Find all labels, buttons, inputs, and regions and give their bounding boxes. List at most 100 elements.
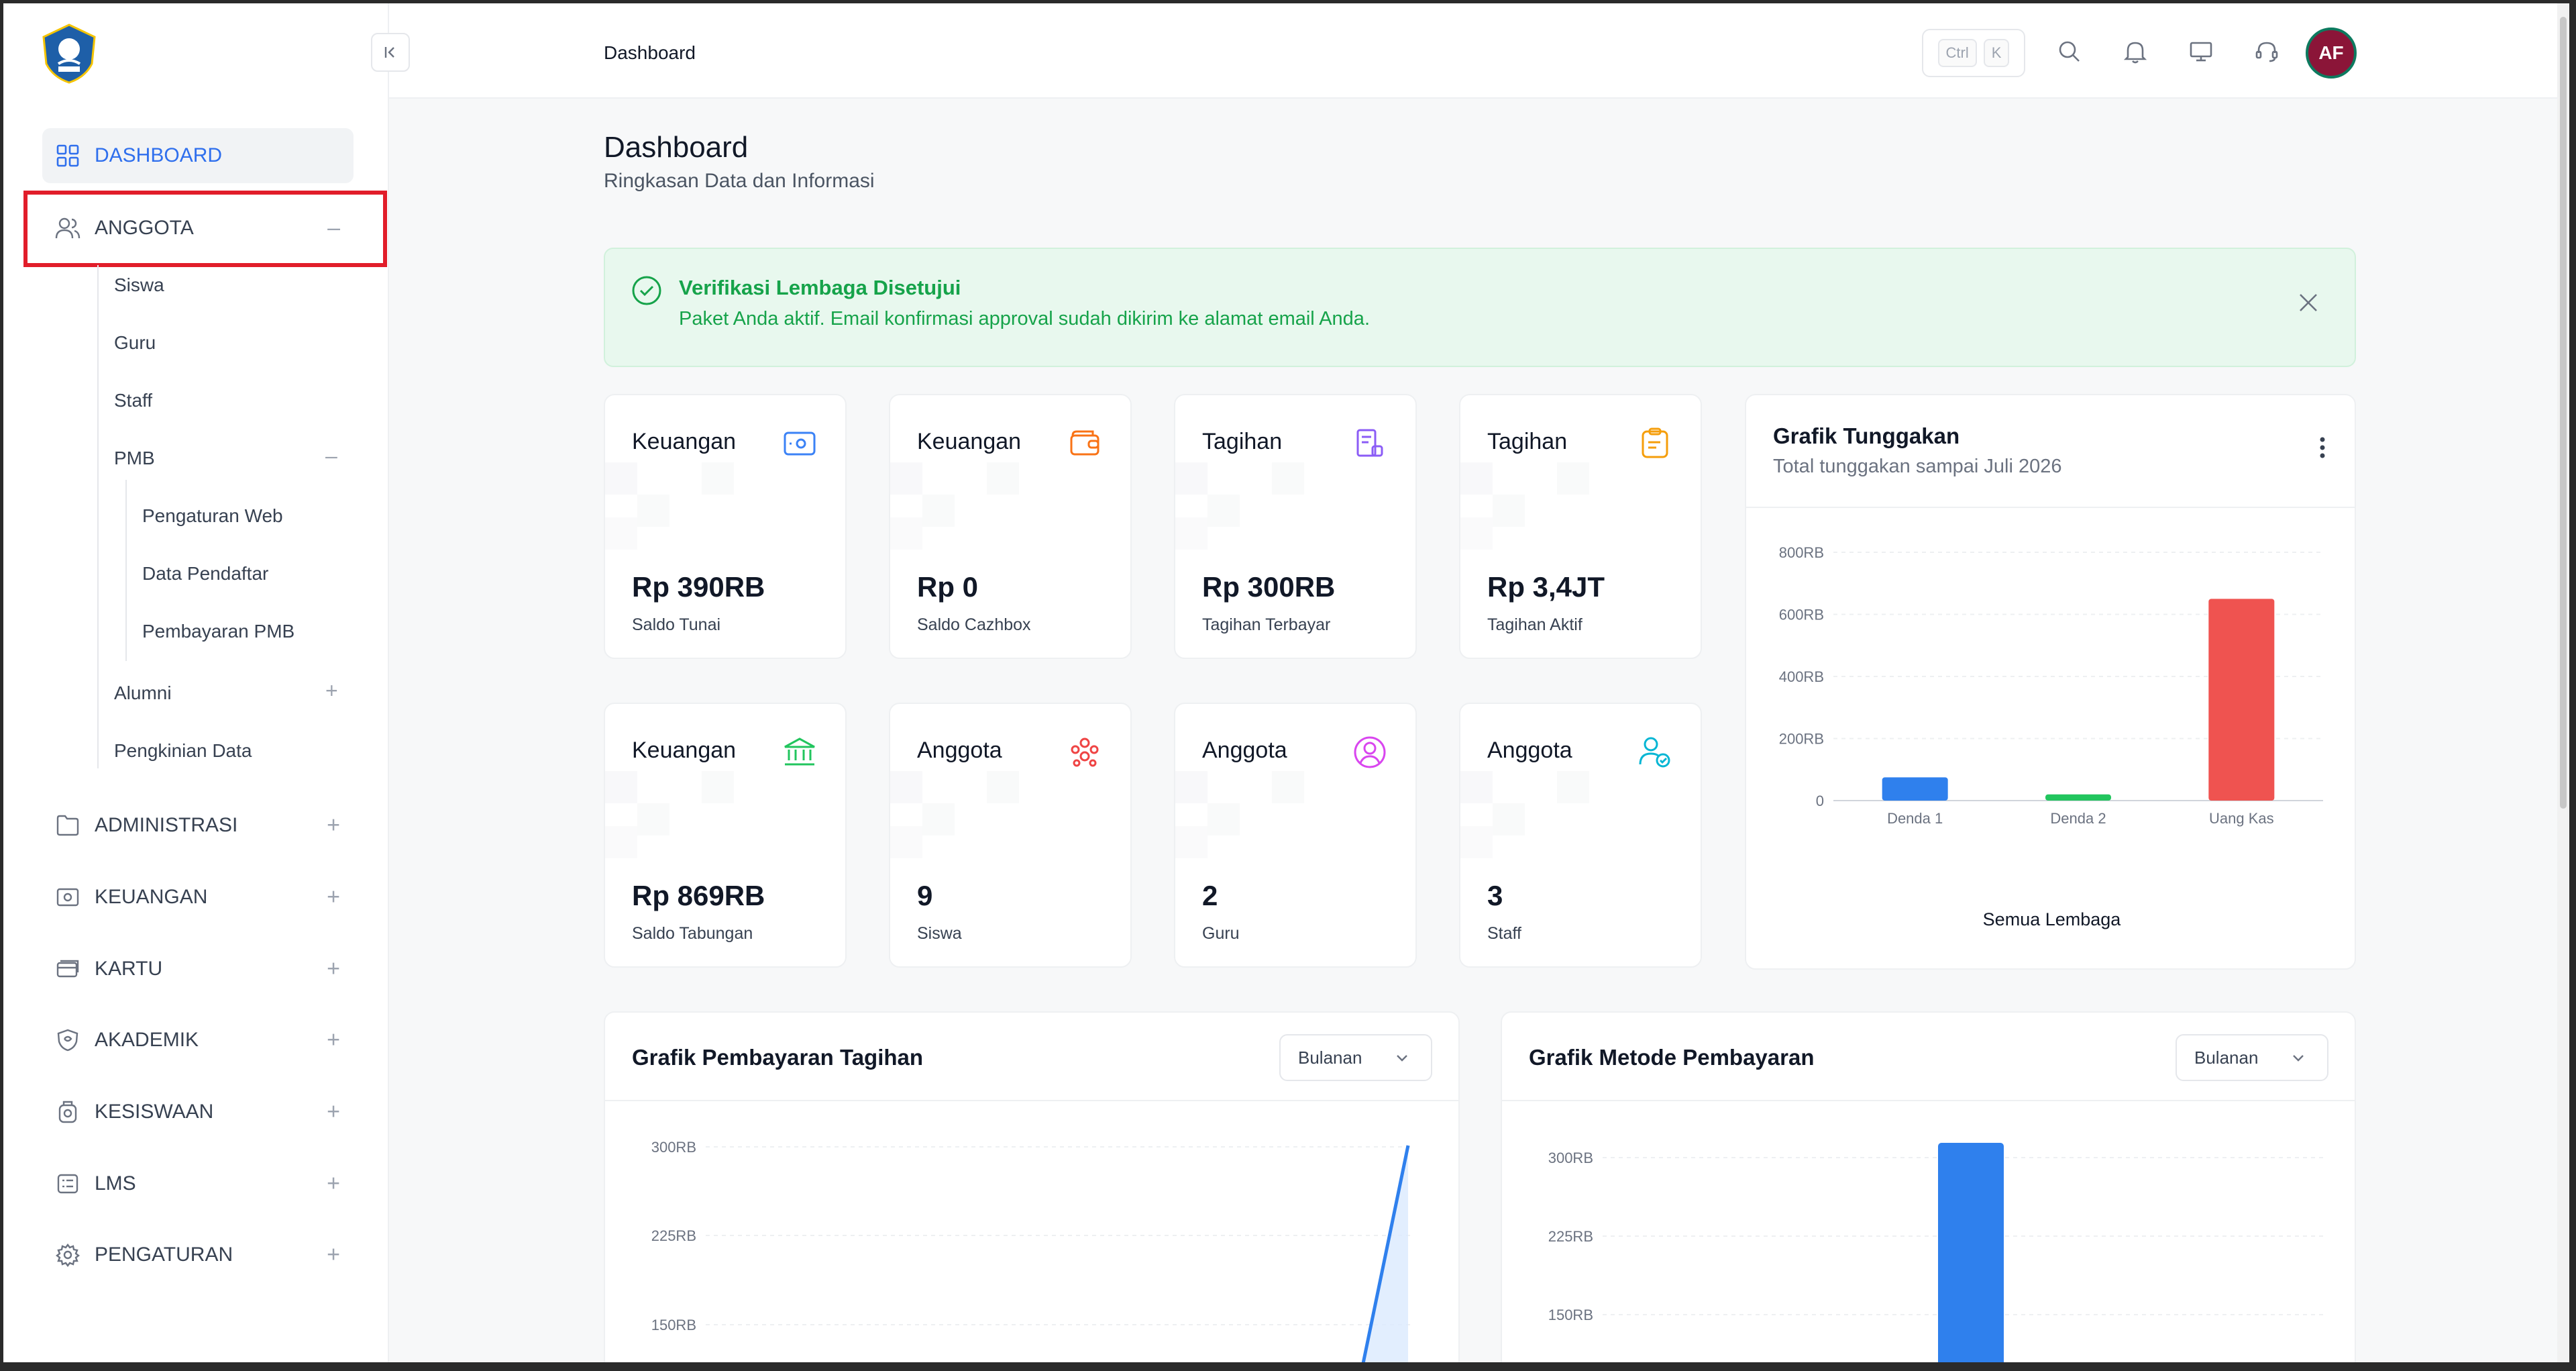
y-tick-label: 225RB <box>1548 1228 1593 1245</box>
more-vertical-icon[interactable] <box>2318 436 2326 463</box>
pmb-guide-line <box>125 480 127 661</box>
metode-chart-panel: Grafik Metode Pembayaran Bulanan 150RB 22… <box>1501 1011 2356 1362</box>
bar[interactable] <box>2045 794 2111 801</box>
expand-plus-icon[interactable]: + <box>327 884 340 911</box>
stat-card[interactable]: Keuangan Rp 869RB Saldo Tabungan <box>604 703 847 968</box>
expand-plus-icon[interactable]: + <box>327 813 340 839</box>
sidebar-subitem-staff[interactable]: Staff <box>114 390 152 411</box>
selection-highlight <box>23 191 387 267</box>
user-circle-icon <box>1354 736 1386 768</box>
metode-bar-chart: 150RB 225RB 300RB <box>1548 1143 2327 1362</box>
card-value: Rp 3,4JT <box>1487 571 1605 603</box>
scrollbar-thumb[interactable] <box>2560 17 2567 809</box>
expand-plus-icon[interactable]: + <box>327 1099 340 1125</box>
stat-card[interactable]: Keuangan Rp 390RB Saldo Tunai <box>604 394 847 659</box>
period-select[interactable]: Bulanan <box>2176 1034 2328 1081</box>
sidebar-subitem-siswa[interactable]: Siswa <box>114 274 164 296</box>
bar[interactable] <box>1938 1143 2004 1362</box>
command-search-shortcut[interactable]: Ctrl K <box>1922 29 2025 77</box>
sidebar-subitem-pengkinian-data[interactable]: Pengkinian Data <box>114 740 252 762</box>
bar[interactable] <box>2208 599 2275 801</box>
period-select[interactable]: Bulanan <box>1279 1034 1432 1081</box>
page-title: Dashboard <box>604 131 749 164</box>
sidebar-item-administrasi[interactable]: ADMINISTRASI + <box>42 798 354 853</box>
panel-divider <box>1502 1100 2355 1101</box>
card-label: Saldo Tabungan <box>632 924 753 943</box>
card-category: Tagihan <box>1202 429 1283 454</box>
group-icon <box>1071 738 1099 767</box>
user-check-icon <box>1639 737 1670 768</box>
card-grid-pattern <box>1460 771 1589 858</box>
alert-title: Verifikasi Lembaga Disetujui <box>679 276 961 299</box>
sidebar-subitem-data-pendaftar[interactable]: Data Pendaftar <box>142 563 268 585</box>
page-scrollbar[interactable] <box>2557 3 2569 1362</box>
bar[interactable] <box>1882 777 1948 801</box>
sidebar-item-akademik[interactable]: AKADEMIK + <box>42 1013 354 1068</box>
sidebar-item-pengaturan[interactable]: PENGATURAN + <box>42 1227 354 1282</box>
sidebar-item-label: ADMINISTRASI <box>95 814 238 836</box>
card-value: Rp 300RB <box>1202 571 1336 603</box>
stat-card[interactable]: Tagihan Rp 300RB Tagihan Terbayar <box>1174 394 1417 659</box>
sidebar-item-kesiswaan[interactable]: KESISWAAN + <box>42 1084 354 1139</box>
expand-plus-icon[interactable]: + <box>327 956 340 982</box>
y-tick-label: 300RB <box>651 1139 696 1156</box>
stat-card[interactable]: Anggota 9 Siswa <box>889 703 1132 968</box>
ctrl-key: Ctrl <box>1937 39 1977 67</box>
cash-icon <box>54 884 81 911</box>
panel-title: Grafik Pembayaran Tagihan <box>632 1045 924 1070</box>
sidebar: DASHBOARD ANGGOTA – Siswa Guru Staff PMB… <box>3 3 389 1362</box>
stat-card[interactable]: Anggota 2 Guru <box>1174 703 1417 968</box>
pmb-collapse-minus-icon[interactable]: – <box>325 444 337 468</box>
receipt-icon <box>1356 429 1383 457</box>
dashboard-icon <box>54 142 81 169</box>
topbar <box>389 3 2569 99</box>
chart-footer-label: Semua Lembaga <box>1982 909 2121 929</box>
card-label: Tagihan Aktif <box>1487 615 1582 634</box>
sidebar-item-kartu[interactable]: KARTU + <box>42 942 354 997</box>
monitor-icon[interactable] <box>2186 37 2216 66</box>
sidebar-subitem-guru[interactable]: Guru <box>114 332 156 354</box>
stat-card[interactable]: Anggota 3 Staff <box>1459 703 1702 968</box>
stat-card[interactable]: Keuangan Rp 0 Saldo Cazhbox <box>889 394 1132 659</box>
y-tick-label: 150RB <box>651 1317 696 1333</box>
sidebar-item-keuangan[interactable]: KEUANGAN + <box>42 870 354 925</box>
alumni-expand-plus-icon[interactable]: + <box>325 678 338 703</box>
notification-bell-icon[interactable] <box>2121 37 2150 66</box>
select-value: Bulanan <box>2194 1047 2259 1068</box>
area-fill <box>1363 1146 1408 1362</box>
search-icon[interactable] <box>2055 37 2084 66</box>
expand-plus-icon[interactable]: + <box>327 1027 340 1054</box>
alert-close-button[interactable] <box>2297 291 2320 321</box>
sidebar-subitem-pengaturan-web[interactable]: Pengaturan Web <box>142 505 283 527</box>
wallet-cash-icon <box>784 431 816 456</box>
headset-support-icon[interactable] <box>2252 37 2282 66</box>
sidebar-subitem-alumni[interactable]: Alumni <box>114 682 172 704</box>
clipboard-icon <box>1642 427 1668 458</box>
card-label: Saldo Cazhbox <box>917 615 1031 634</box>
sidebar-item-label: KEUANGAN <box>95 886 208 908</box>
chevron-down-icon <box>2293 1055 2304 1062</box>
sidebar-subitem-pmb[interactable]: PMB <box>114 448 155 469</box>
expand-plus-icon[interactable]: + <box>327 1171 340 1197</box>
expand-plus-icon[interactable]: + <box>327 1242 340 1268</box>
user-avatar[interactable]: AF <box>2306 28 2357 79</box>
stat-card[interactable]: Tagihan Rp 3,4JT Tagihan Aktif <box>1459 394 1702 659</box>
select-value: Bulanan <box>1298 1047 1362 1068</box>
sidebar-collapse-button[interactable] <box>371 33 410 72</box>
gear-icon <box>54 1241 81 1268</box>
chevron-down-icon <box>1397 1055 1407 1062</box>
sidebar-item-label: KARTU <box>95 958 163 980</box>
card-category: Keuangan <box>632 429 737 454</box>
card-category: Anggota <box>1487 738 1572 763</box>
sidebar-item-dashboard[interactable]: DASHBOARD <box>42 128 354 183</box>
x-tick-label: Denda 1 <box>1887 810 1943 827</box>
card-grid-pattern <box>605 771 734 858</box>
x-tick-label: Uang Kas <box>2209 810 2274 827</box>
card-grid-pattern <box>890 462 1019 550</box>
sidebar-item-label: AKADEMIK <box>95 1029 199 1051</box>
institution-logo[interactable] <box>38 22 100 84</box>
sidebar-subitem-pembayaran-pmb[interactable]: Pembayaran PMB <box>142 621 294 642</box>
sidebar-item-lms[interactable]: LMS + <box>42 1156 354 1211</box>
alert-message: Paket Anda aktif. Email konfirmasi appro… <box>679 308 1370 329</box>
panel-title: Grafik Tunggakan <box>1773 423 1960 448</box>
